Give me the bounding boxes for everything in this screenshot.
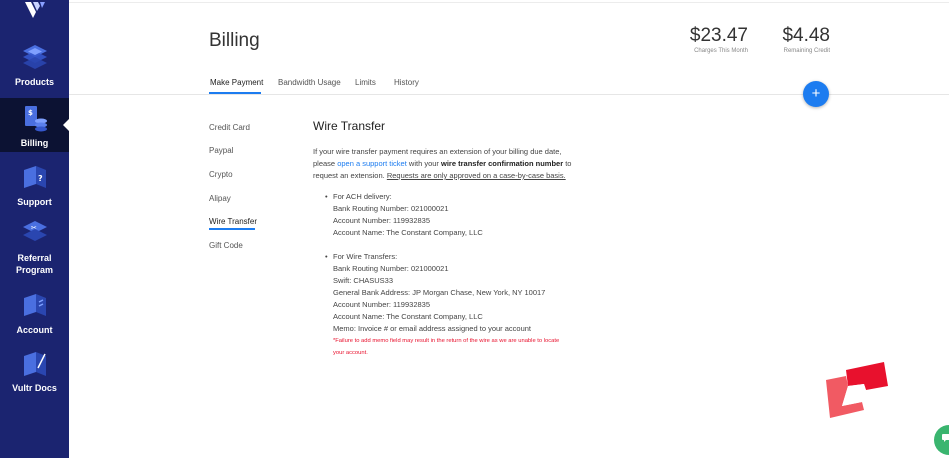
tab-make-payment[interactable]: Make Payment [210,78,263,87]
sidebar-item-label: Billing [20,138,49,148]
submenu-paypal[interactable]: Paypal [209,146,233,155]
sidebar-item-support[interactable]: ? Support [0,162,69,207]
active-submenu-indicator [209,228,255,230]
wire-name: Account Name: The Constant Company, LLC [333,312,483,321]
submenu-credit-card[interactable]: Credit Card [209,123,250,132]
sidebar-item-label-2: Program [15,265,53,275]
submenu-wire-transfer[interactable]: Wire Transfer [209,217,257,226]
tab-history[interactable]: History [394,78,419,87]
ach-heading: For ACH delivery: [333,192,392,201]
sidebar-item-label: Support [17,197,52,207]
sidebar-item-label: Vultr Docs [12,383,57,393]
intro-paragraph: If your wire transfer payment requires a… [313,146,583,182]
credit-label: Remaining Credit [783,48,830,54]
wire-memo: Memo: Invoice # or email address assigne… [333,324,532,333]
tab-limits[interactable]: Limits [355,78,376,87]
charges-label: Charges This Month [694,48,748,54]
billing-icon: $ [24,106,47,132]
page-title: Billing [209,30,260,51]
intro-line-3: request an extension. Requests are only … [313,170,583,182]
support-icon: ? [23,166,46,188]
wire-account: Account Number: 119932835 [333,300,431,309]
intro-line-1: If your wire transfer payment requires a… [313,147,562,156]
ach-details: • For ACH delivery: Bank Routing Number:… [325,191,483,239]
wire-details: • For Wire Transfers: Bank Routing Numbe… [325,251,559,359]
docs-icon [23,352,46,376]
bullet: • [325,252,328,261]
intro-text: please [313,159,338,168]
intro-text: to [563,159,572,168]
tab-bandwidth-usage[interactable]: Bandwidth Usage [278,78,341,87]
ach-account: Account Number: 119932835 [333,216,431,225]
sidebar-item-label-1: Referral [17,253,52,263]
svg-text:?: ? [38,174,43,183]
wire-heading: For Wire Transfers: [333,252,398,261]
intro-line-2: please open a support ticket with your w… [313,158,583,170]
sidebar-item-label: Products [14,77,54,87]
intro-text: request an extension. [313,171,387,180]
add-button[interactable]: + [803,81,829,107]
sidebar-item-referral[interactable]: ✂ Referral Program [0,218,69,275]
sidebar-item-label: Account [16,325,53,335]
support-ticket-link[interactable]: open a support ticket [337,159,407,168]
charges-stat: $23.47 Charges This Month [688,25,748,54]
chat-button[interactable] [934,425,949,455]
wire-transfer-panel: Wire Transfer If your wire transfer paym… [313,119,583,182]
bullet: • [325,192,328,201]
svg-text:$: $ [28,109,33,117]
case-by-case-note: Requests are only approved on a case-by-… [386,171,566,180]
sidebar-item-account[interactable]: Account [0,290,69,335]
section-title: Wire Transfer [313,119,386,133]
submenu-gift-code[interactable]: Gift Code [209,241,243,250]
top-divider [69,2,949,3]
charges-value: $23.47 [689,25,748,46]
submenu-alipay[interactable]: Alipay [209,194,231,203]
svg-text:✂: ✂ [31,224,37,232]
submenu-crypto[interactable]: Crypto [209,170,233,179]
wire-swift: Swift: CHASUS33 [333,276,394,285]
confirmation-number-text: wire transfer confirmation number [441,159,564,168]
ach-name: Account Name: The Constant Company, LLC [333,228,483,237]
referral-icon: ✂ [22,221,47,241]
wire-routing: Bank Routing Number: 021000021 [333,264,449,273]
credit-stat: $4.48 Remaining Credit [770,25,830,54]
sidebar-item-billing[interactable]: $ Billing [0,98,69,152]
products-icon [22,45,47,69]
app-frame: Products $ Billing ? Support ✂ Referral … [0,0,949,458]
sidebar-item-products[interactable]: Products [0,42,69,92]
active-indicator [63,119,69,131]
sidebar: Products $ Billing ? Support ✂ Referral … [0,0,69,458]
sidebar-item-docs[interactable]: Vultr Docs [0,348,69,393]
credit-value: $4.48 [782,25,830,46]
vultr-logo[interactable] [23,2,47,22]
intro-text: with your [406,159,442,168]
memo-warning-2: your account. [333,350,368,356]
memo-warning-1: *Failure to add memo field may result in… [333,338,560,344]
ach-routing: Bank Routing Number: 021000021 [333,204,449,213]
chat-icon [942,434,949,442]
account-icon [23,294,46,316]
wire-address: General Bank Address: JP Morgan Chase, N… [333,288,546,297]
overlay-logo-icon [826,362,888,418]
